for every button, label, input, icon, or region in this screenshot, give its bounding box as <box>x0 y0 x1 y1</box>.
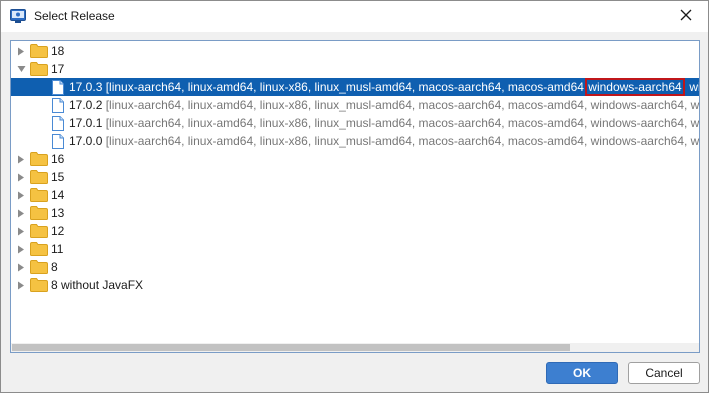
tree-node-label: 14 <box>51 188 65 202</box>
release-platforms: [linux-aarch64, linux-amd64, linux-x86, … <box>105 116 700 130</box>
folder-icon <box>30 260 48 274</box>
release-version: 17.0.0 <box>69 134 103 148</box>
tree-node-folder[interactable]: 8 without JavaFX <box>11 276 699 294</box>
tree-node-release[interactable]: 17.0.0 [linux-aarch64, linux-amd64, linu… <box>11 132 699 150</box>
tree-node-folder[interactable]: 18 <box>11 42 699 60</box>
tree-node-folder[interactable]: 13 <box>11 204 699 222</box>
expand-arrow-icon[interactable] <box>16 154 26 164</box>
ok-button[interactable]: OK <box>546 362 618 384</box>
tree-node-label: 15 <box>51 170 65 184</box>
tree-node-folder[interactable]: 16 <box>11 150 699 168</box>
expand-arrow-icon[interactable] <box>16 172 26 182</box>
release-platforms: [linux-aarch64, linux-amd64, linux-x86, … <box>105 134 700 148</box>
tree-node-label: 8 without JavaFX <box>51 278 144 292</box>
cancel-button[interactable]: Cancel <box>628 362 700 384</box>
folder-icon <box>30 224 48 238</box>
folder-open-icon <box>30 62 48 76</box>
release-platforms: [linux-aarch64, linux-amd64, linux-x86, … <box>105 80 588 94</box>
file-icon <box>52 79 64 95</box>
close-button[interactable] <box>664 1 708 32</box>
release-version: 17.0.2 <box>69 98 103 112</box>
file-icon <box>52 97 64 113</box>
tree-node-label: 11 <box>51 242 64 256</box>
folder-icon <box>30 44 48 58</box>
app-window-icon <box>10 9 26 26</box>
collapse-arrow-icon[interactable] <box>16 64 26 74</box>
horizontal-scrollbar[interactable] <box>11 343 699 352</box>
tree-node-release[interactable]: 17.0.3 [linux-aarch64, linux-amd64, linu… <box>11 78 699 96</box>
folder-icon <box>30 152 48 166</box>
folder-icon <box>30 206 48 220</box>
tree-node-label: 8 <box>51 260 58 274</box>
dialog-title: Select Release <box>34 9 115 23</box>
expand-arrow-icon[interactable] <box>16 280 26 290</box>
tree-node-label: 12 <box>51 224 65 238</box>
file-icon <box>52 133 64 149</box>
expand-arrow-icon[interactable] <box>16 208 26 218</box>
tree-node-label: 17 <box>51 62 65 76</box>
release-platforms: [linux-aarch64, linux-amd64, linux-x86, … <box>105 98 700 112</box>
folder-icon <box>30 278 48 292</box>
tree-node-label: 16 <box>51 152 65 166</box>
tree-node-folder[interactable]: 14 <box>11 186 699 204</box>
tree-node-folder[interactable]: 17 <box>11 60 699 78</box>
select-release-dialog: Select Release 18 17 17.0.3 [linux-aarch… <box>0 0 709 393</box>
folder-icon <box>30 242 48 256</box>
file-icon <box>52 115 64 131</box>
title-bar: Select Release <box>1 1 708 32</box>
folder-icon <box>30 170 48 184</box>
expand-arrow-icon[interactable] <box>16 244 26 254</box>
highlighted-platform: windows-aarch64 <box>585 78 685 96</box>
release-platforms-rest: , win <box>682 80 699 94</box>
close-icon <box>680 9 692 24</box>
expand-arrow-icon[interactable] <box>16 190 26 200</box>
expand-arrow-icon[interactable] <box>16 262 26 272</box>
expand-arrow-icon[interactable] <box>16 46 26 56</box>
scrollbar-thumb[interactable] <box>12 344 570 351</box>
tree-node-folder[interactable]: 8 <box>11 258 699 276</box>
tree-node-folder[interactable]: 15 <box>11 168 699 186</box>
tree-node-label: 18 <box>51 44 65 58</box>
tree-node-release[interactable]: 17.0.1 [linux-aarch64, linux-amd64, linu… <box>11 114 699 132</box>
release-tree[interactable]: 18 17 17.0.3 [linux-aarch64, linux-amd64… <box>10 40 700 353</box>
tree-node-label: 13 <box>51 206 65 220</box>
tree-node-release[interactable]: 17.0.2 [linux-aarch64, linux-amd64, linu… <box>11 96 699 114</box>
release-version: 17.0.3 <box>69 80 103 94</box>
tree-node-folder[interactable]: 11 <box>11 240 699 258</box>
folder-icon <box>30 188 48 202</box>
expand-arrow-icon[interactable] <box>16 226 26 236</box>
tree-node-folder[interactable]: 12 <box>11 222 699 240</box>
release-version: 17.0.1 <box>69 116 103 130</box>
